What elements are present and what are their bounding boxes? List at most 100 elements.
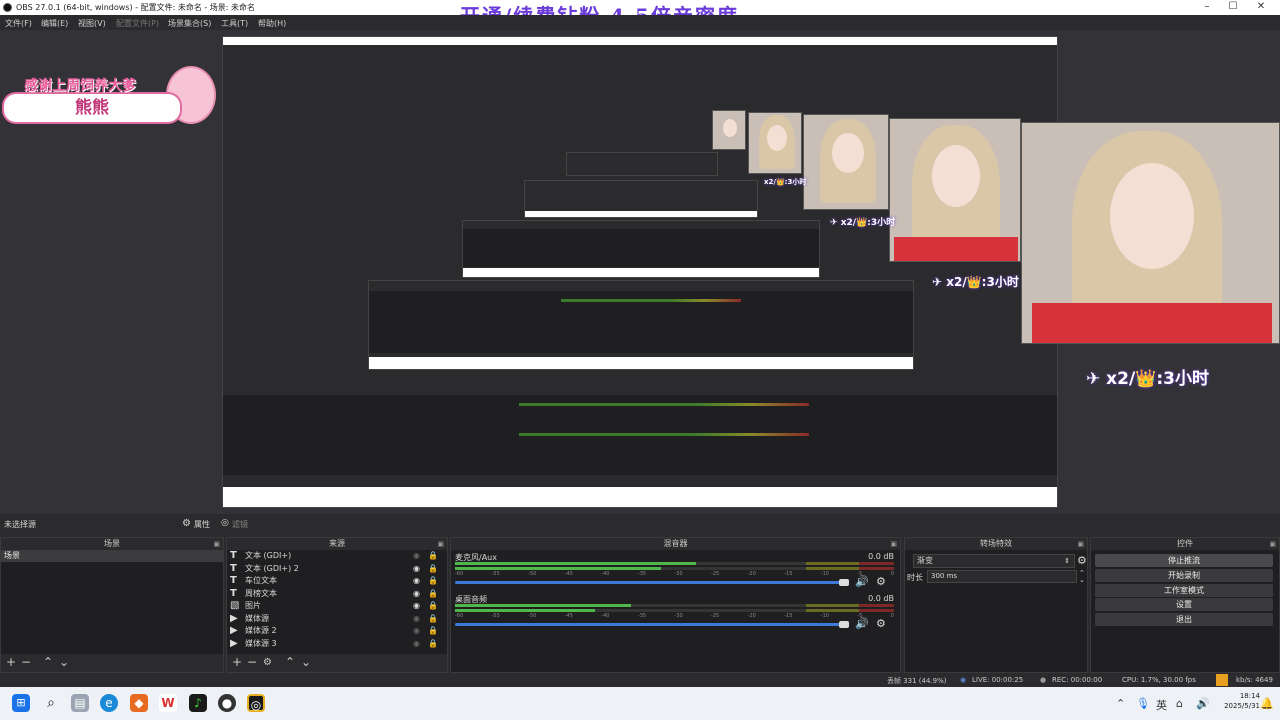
settings-button[interactable]: 设置 [1095,598,1273,611]
lock-icon[interactable]: 🔒 [428,613,438,625]
source-row[interactable]: T 文本 (GDI+) 2 ◉ 🔒 [227,563,447,576]
volume-icon[interactable]: 🔊 [1196,697,1210,710]
dock-float-icon[interactable]: ▣ [890,538,897,550]
file-explorer-icon[interactable]: ▤ [71,694,89,712]
source-type-icon: T [230,550,237,561]
search-icon[interactable]: ⌕ [42,694,60,712]
source-row[interactable]: T 车位文本 ◉ 🔒 [227,575,447,588]
move-up-icon[interactable]: ⌃ [43,655,53,669]
filters-button[interactable]: 滤镜 [232,519,248,530]
dock-float-icon[interactable]: ▣ [1269,538,1276,550]
scenes-toolbar: + − ⌃ ⌄ [1,654,223,672]
gear-icon[interactable]: ⚙ [876,617,886,630]
move-down-icon[interactable]: ⌄ [301,655,311,669]
menu-file[interactable]: 文件(F) [5,18,32,29]
windows-start-icon[interactable]: ⊞ [12,694,30,712]
menu-profile[interactable]: 配置文件(P) [116,18,159,29]
menu-help[interactable]: 帮助(H) [258,18,286,29]
scene-item[interactable]: 场景 [1,550,223,562]
gear-icon[interactable]: ⚙ [1077,554,1087,567]
live-time: LIVE: 00:00:25 [972,676,1024,684]
nested-taskbar-4 [525,211,757,217]
source-label: 周榜文本 [245,588,277,598]
volume-slider[interactable] [455,623,840,626]
transition-select[interactable]: 渐变 ⇕ [913,554,1075,568]
taskbar-clock[interactable]: 18:14 2025/5/31 [1224,691,1260,711]
network-icon[interactable]: ⌂ [1176,697,1183,710]
app-yellow-icon[interactable]: ◎ [247,694,265,712]
stop-streaming-button[interactable]: 停止推流 [1095,554,1273,567]
streamer-photo-4 [748,112,802,174]
lock-icon[interactable]: 🔒 [428,575,438,587]
chevron-up-icon[interactable]: ⌃ [1116,697,1125,710]
edge-icon[interactable]: e [100,694,118,712]
preview-canvas[interactable]: 感谢上周饲养大爹 熊熊 感谢上周饲养大爹 熊熊 熊熊 [0,30,1280,514]
sources-header: 来源 ▣ [227,538,447,550]
filter-icon[interactable]: ◎ [221,518,229,528]
notification-icon[interactable]: 🔔 [1260,697,1274,710]
source-row[interactable]: ▶ 媒体源 ◉ 🔒 [227,613,447,626]
source-row[interactable]: T 周榜文本 ◉ 🔒 [227,588,447,601]
volume-slider-knob[interactable] [839,579,849,586]
remove-icon[interactable]: − [247,655,257,669]
chevron-down-icon[interactable]: ⌄ [1079,576,1085,584]
remove-icon[interactable]: − [21,655,31,669]
eye-icon[interactable]: ◉ [413,613,420,625]
studio-mode-button[interactable]: 工作室模式 [1095,584,1273,597]
move-up-icon[interactable]: ⌃ [285,655,295,669]
source-row[interactable]: ▶ 媒体源 3 ◉ 🔒 [227,638,447,651]
microphone-icon[interactable]: 🎙 [1136,697,1150,710]
eye-icon[interactable]: ◉ [413,550,420,562]
eye-icon[interactable]: ◉ [413,588,420,600]
lock-icon[interactable]: 🔒 [428,588,438,600]
nested-obs-window-4 [524,180,758,218]
maximize-button[interactable]: ☐ [1220,1,1246,12]
gear-icon[interactable]: ⚙ [876,575,886,588]
add-icon[interactable]: + [6,655,16,669]
menu-view[interactable]: 视图(V) [78,18,106,29]
source-row[interactable]: ▶ 媒体源 2 ◉ 🔒 [227,625,447,638]
dock-float-icon[interactable]: ▣ [1077,538,1084,550]
app-orange-icon[interactable]: ◆ [130,694,148,712]
lock-icon[interactable]: 🔒 [428,600,438,612]
menu-edit[interactable]: 编辑(E) [41,18,68,29]
app-green-icon[interactable]: ♪ [189,694,207,712]
lock-icon[interactable]: 🔒 [428,550,438,562]
menu-tools[interactable]: 工具(T) [221,18,248,29]
close-button[interactable]: ✕ [1248,1,1274,12]
source-row[interactable]: ▧ 图片 ◉ 🔒 [227,600,447,613]
gift-caption-2: ✈ x2/👑:3小时 [932,275,1019,289]
status-bar: 丢帧 331 (44.9%) ◉ LIVE: 00:00:25 ● REC: 0… [0,673,1280,687]
obs-taskbar-icon[interactable]: ● [218,694,236,712]
properties-button[interactable]: 属性 [194,519,210,530]
start-recording-button[interactable]: 开始录制 [1095,569,1273,582]
meter-ticks: -60 -55 -50 -45 -40 -35 -30 -25 -20 -15 -10 -5 0 [455,613,894,619]
eye-icon[interactable]: ◉ [413,563,420,575]
duration-spinbox[interactable]: 300 ms [927,570,1077,583]
eye-icon[interactable]: ◉ [413,575,420,587]
lock-icon[interactable]: 🔒 [428,563,438,575]
menu-scene-collection[interactable]: 场景集合(S) [168,18,211,29]
volume-icon[interactable]: 🔊 [855,617,869,630]
lock-icon[interactable]: 🔒 [428,638,438,650]
controls-dock: 控件 ▣ 停止推流 开始录制 工作室模式 设置 退出 [1090,537,1280,673]
source-row[interactable]: T 文本 (GDI+) ◉ 🔒 [227,550,447,563]
add-icon[interactable]: + [232,655,242,669]
minimize-button[interactable]: – [1194,1,1220,12]
dock-float-icon[interactable]: ▣ [213,538,220,550]
volume-slider[interactable] [455,581,840,584]
lock-icon[interactable]: 🔒 [428,625,438,637]
move-down-icon[interactable]: ⌄ [59,655,69,669]
eye-icon[interactable]: ◉ [413,625,420,637]
eye-icon[interactable]: ◉ [413,638,420,650]
gear-icon[interactable]: ⚙ [182,518,191,529]
ime-icon[interactable]: 英 [1156,697,1167,713]
exit-button[interactable]: 退出 [1095,613,1273,626]
volume-slider-knob[interactable] [839,621,849,628]
eye-icon[interactable]: ◉ [413,600,420,612]
gear-icon[interactable]: ⚙ [263,657,272,668]
source-label: 媒体源 3 [245,638,277,648]
wps-icon[interactable]: W [159,694,177,712]
volume-icon[interactable]: 🔊 [855,575,869,588]
dock-float-icon[interactable]: ▣ [437,538,444,550]
